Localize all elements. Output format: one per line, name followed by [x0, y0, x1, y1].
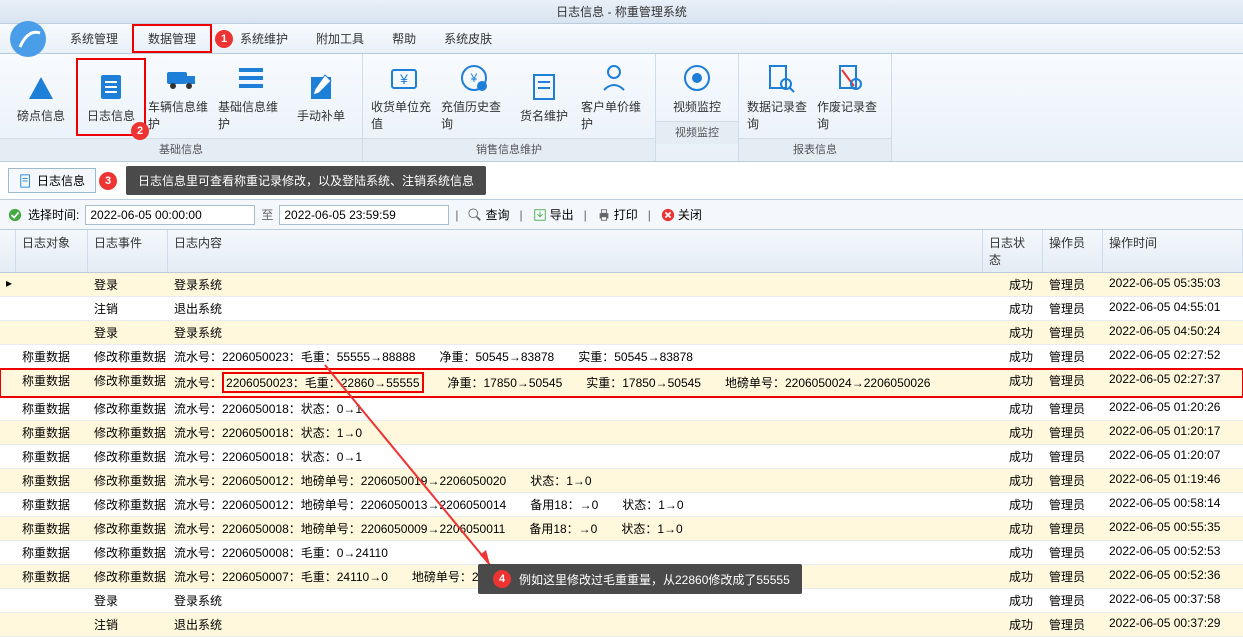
ribbon-scale-info[interactable]: 磅点信息 [6, 58, 76, 136]
check-icon [8, 208, 22, 222]
search-icon [468, 208, 482, 222]
ribbon-vehicle-maintain[interactable]: 车辆信息维护 [146, 58, 216, 136]
header-operator[interactable]: 操作员 [1043, 230, 1103, 272]
ribbon-customer-price[interactable]: 客户单价维护 [579, 58, 649, 136]
ribbon-video[interactable]: 视频监控 [662, 58, 732, 119]
title-bar: 日志信息 - 称重管理系统 [0, 0, 1243, 24]
table-row[interactable]: 称重数据修改称重数据流水号：2206050008：毛重：0→24110成功管理员… [0, 541, 1243, 565]
grid-header: 日志对象 日志事件 日志内容 日志状态 操作员 操作时间 [0, 230, 1243, 273]
ribbon-sales-label: 销售信息维护 [363, 138, 655, 161]
svg-text:¥: ¥ [470, 71, 478, 85]
header-content[interactable]: 日志内容 [168, 230, 983, 272]
table-row[interactable]: 登录登录系统成功管理员2022-06-05 04:50:24 [0, 321, 1243, 345]
print-button[interactable]: 打印 [593, 204, 642, 225]
end-time-input[interactable] [279, 205, 449, 225]
callout-4: 4 例如这里修改过毛重重量，从22860修改成了55555 [478, 564, 802, 594]
table-row[interactable]: 称重数据修改称重数据流水号：2206050012：地磅单号：2206050019… [0, 469, 1243, 493]
query-button[interactable]: 查询 [464, 204, 513, 225]
ribbon-log-info[interactable]: 日志信息2 [76, 58, 146, 136]
table-row[interactable]: 注销退出系统成功管理员2022-06-05 00:37:29 [0, 613, 1243, 637]
print-icon [597, 208, 611, 222]
ribbon-recharge-history[interactable]: ¥充值历史查询 [439, 58, 509, 136]
export-button[interactable]: 导出 [529, 204, 578, 225]
menu-addon-tools[interactable]: 附加工具 [302, 26, 378, 51]
tab-log-info[interactable]: 日志信息 [8, 168, 96, 193]
ribbon-void-query[interactable]: 作废记录查询 [815, 58, 885, 136]
ribbon-goods-maintain[interactable]: 货名维护 [509, 58, 579, 136]
ribbon-data-query[interactable]: 数据记录查询 [745, 58, 815, 136]
ribbon-basic-label: 基础信息 [0, 138, 362, 161]
to-label: 至 [261, 206, 273, 223]
log-grid: 日志对象 日志事件 日志内容 日志状态 操作员 操作时间 ▸登录登录系统成功管理… [0, 230, 1243, 637]
highlighted-content: 2206050023：毛重：22860→55555 [222, 372, 423, 393]
menu-skin[interactable]: 系统皮肤 [430, 26, 506, 51]
svg-text:¥: ¥ [399, 71, 408, 87]
close-icon [661, 208, 675, 222]
header-event[interactable]: 日志事件 [88, 230, 168, 272]
header-status[interactable]: 日志状态 [983, 230, 1043, 272]
table-row[interactable]: 称重数据修改称重数据流水号：2206050023：毛重：22860→55555 … [0, 369, 1243, 397]
annotation-3: 3 [99, 172, 117, 190]
ribbon-recharge[interactable]: ¥收货单位充值 [369, 58, 439, 136]
table-row[interactable]: 称重数据修改称重数据流水号：2206050018：状态：0→1成功管理员2022… [0, 397, 1243, 421]
app-logo [8, 19, 48, 59]
menu-bar: 系统管理 数据管理 1 系统维护 附加工具 帮助 系统皮肤 [0, 24, 1243, 54]
tab-bar: 日志信息 3 日志信息里可查看称重记录修改，以及登陆系统、注销系统信息 [0, 162, 1243, 200]
document-icon [19, 174, 33, 188]
ribbon-basic-maintain[interactable]: 基础信息维护 [216, 58, 286, 136]
tooltip-log-info: 日志信息里可查看称重记录修改，以及登陆系统、注销系统信息 [126, 166, 486, 195]
menu-help[interactable]: 帮助 [378, 26, 430, 51]
menu-data-manage[interactable]: 数据管理 [132, 24, 212, 53]
annotation-4: 4 [493, 570, 511, 588]
menu-system-manage[interactable]: 系统管理 [56, 26, 132, 51]
header-object[interactable]: 日志对象 [16, 230, 88, 272]
ribbon-report-label: 报表信息 [739, 138, 891, 161]
table-row[interactable]: 称重数据修改称重数据流水号：2206050023：毛重：55555→88888 … [0, 345, 1243, 369]
start-time-input[interactable] [85, 205, 255, 225]
ribbon-video-label: 视频监控 [656, 121, 738, 144]
table-row[interactable]: 称重数据修改称重数据流水号：2206050018：状态：1→0成功管理员2022… [0, 421, 1243, 445]
close-button[interactable]: 关闭 [657, 204, 706, 225]
ribbon: 磅点信息 日志信息2 车辆信息维护 基础信息维护 手动补单 基础信息 ¥收货单位… [0, 54, 1243, 162]
menu-system-maintain[interactable]: 系统维护 [226, 26, 302, 51]
table-row[interactable]: ▸登录登录系统成功管理员2022-06-05 05:35:03 [0, 273, 1243, 297]
table-row[interactable]: 称重数据修改称重数据流水号：2206050012：地磅单号：2206050013… [0, 493, 1243, 517]
table-row[interactable]: 注销退出系统成功管理员2022-06-05 04:55:01 [0, 297, 1243, 321]
header-time[interactable]: 操作时间 [1103, 230, 1243, 272]
toolbar: 选择时间: 至 | 查询 | 导出 | 打印 | 关闭 [0, 200, 1243, 230]
export-icon [533, 208, 547, 222]
table-row[interactable]: 称重数据修改称重数据流水号：2206050008：地磅单号：2206050009… [0, 517, 1243, 541]
annotation-2: 2 [131, 122, 149, 140]
table-row[interactable]: 称重数据修改称重数据流水号：2206050018：状态：0→1成功管理员2022… [0, 445, 1243, 469]
time-label: 选择时间: [28, 206, 79, 223]
ribbon-manual-add[interactable]: 手动补单 [286, 58, 356, 136]
